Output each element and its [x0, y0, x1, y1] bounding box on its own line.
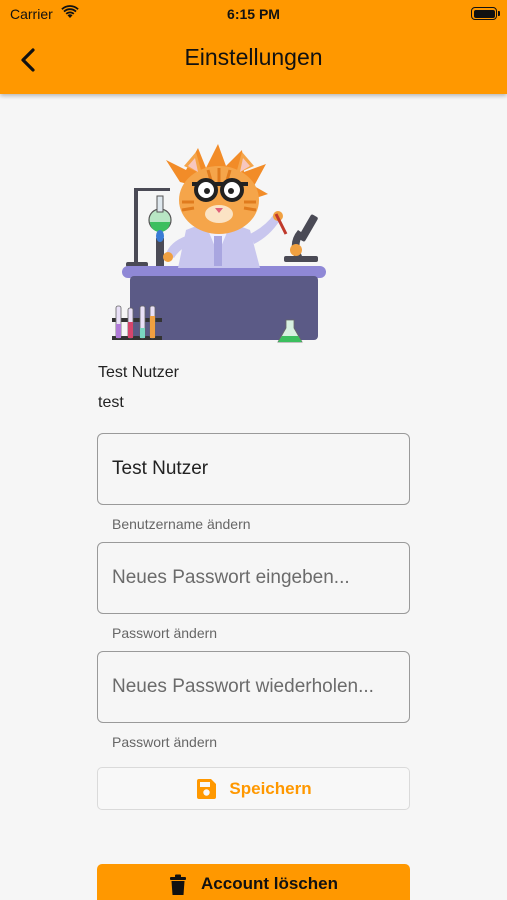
delete-account-button[interactable]: Account löschen — [97, 864, 410, 900]
password-repeat-helper: Passwort ändern — [112, 734, 218, 750]
password-repeat-input[interactable] — [98, 652, 409, 722]
username-input[interactable] — [98, 434, 409, 504]
save-button[interactable]: Speichern — [97, 767, 410, 810]
username-field[interactable] — [97, 433, 410, 505]
app-header: Carrier 6:15 PM Einstellungen — [0, 0, 507, 94]
cat-scientist-illustration — [112, 144, 326, 343]
password-helper: Passwort ändern — [112, 625, 218, 641]
username-helper: Benutzername ändern — [112, 516, 251, 532]
password-field[interactable] — [97, 542, 410, 614]
profile-display-name: Test Nutzer — [98, 364, 179, 381]
floppy-disk-icon — [197, 778, 217, 799]
status-bar: Carrier 6:15 PM — [0, 0, 507, 30]
profile-username: test — [98, 394, 124, 411]
save-button-label: Speichern — [229, 778, 312, 798]
password-input[interactable] — [98, 543, 409, 613]
delete-account-label: Account löschen — [201, 874, 338, 893]
password-repeat-field[interactable] — [97, 651, 410, 723]
trash-icon — [170, 874, 187, 895]
clock: 6:15 PM — [227, 6, 280, 22]
page-title: Einstellungen — [184, 44, 323, 70]
battery-icon — [471, 7, 500, 20]
